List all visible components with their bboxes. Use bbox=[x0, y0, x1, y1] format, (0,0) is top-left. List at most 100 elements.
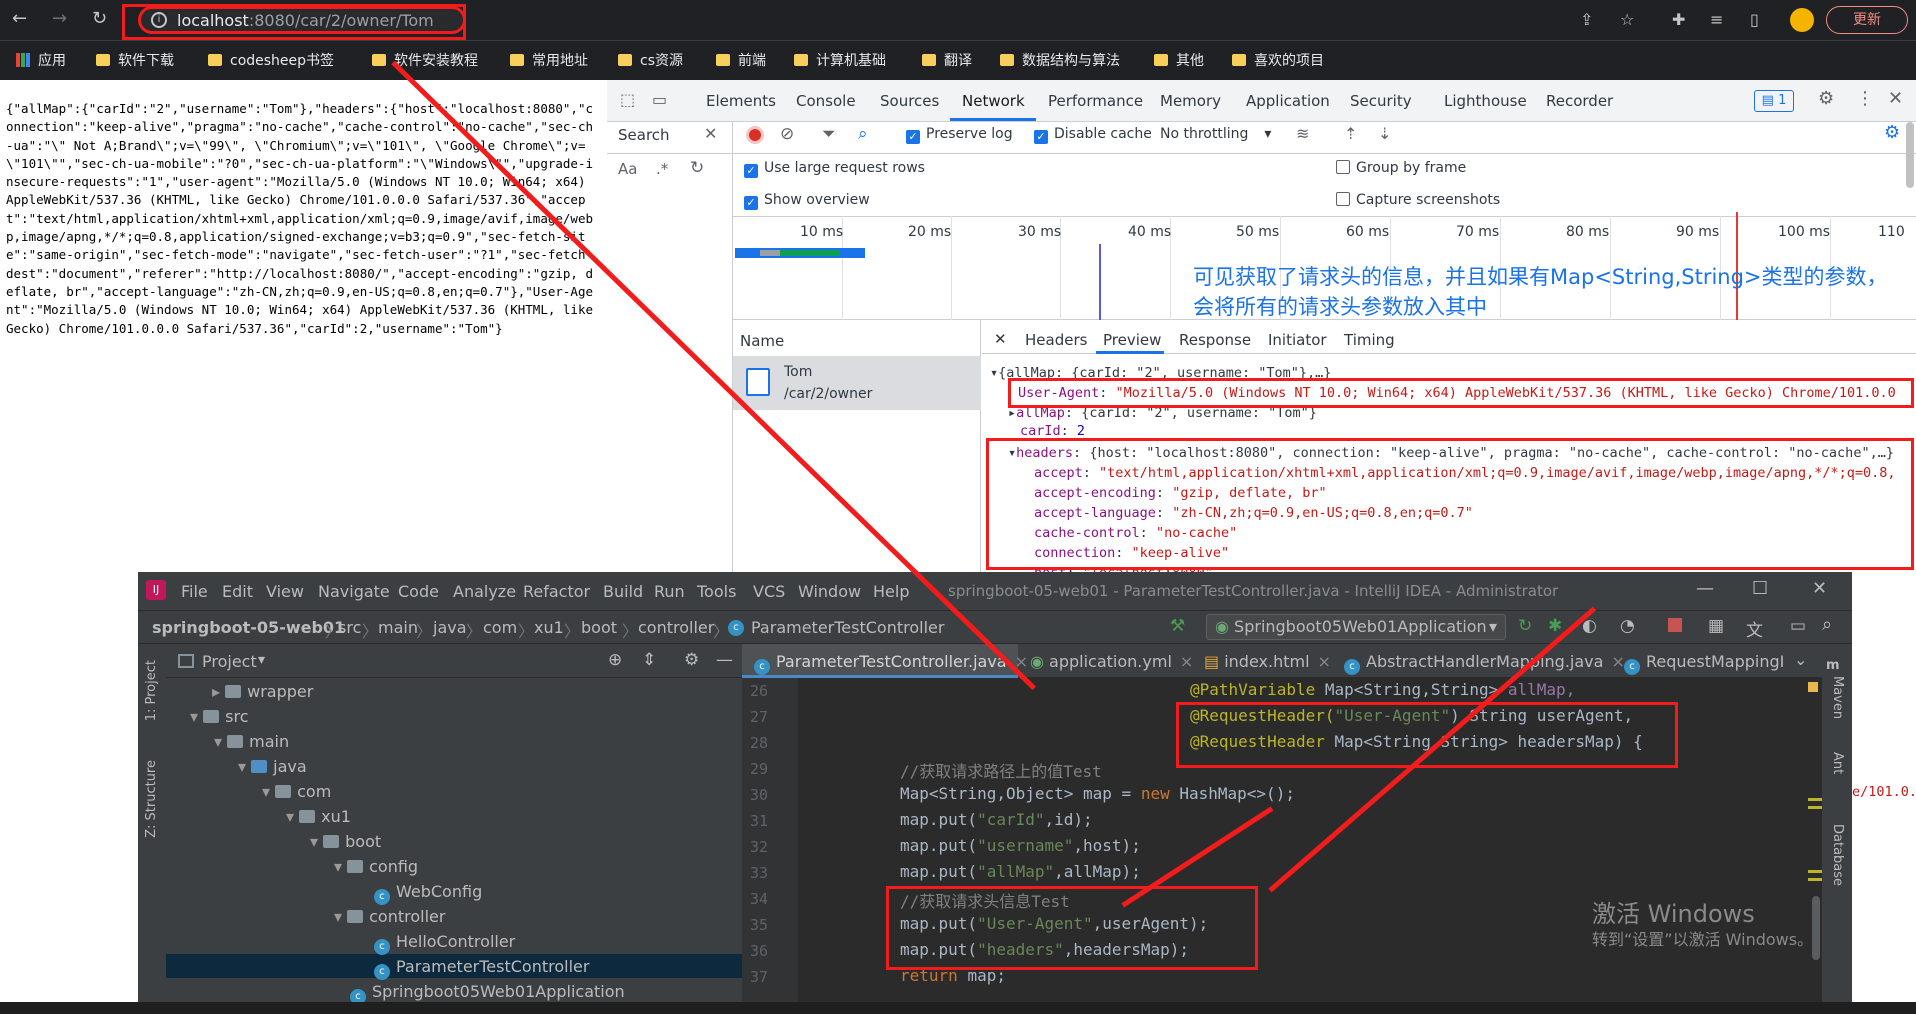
tab-network[interactable]: Network bbox=[962, 92, 1025, 110]
export-har-icon[interactable]: ⇣ bbox=[1378, 124, 1391, 143]
settings-gear-icon[interactable]: ⚙ bbox=[1818, 88, 1834, 109]
tree-item-xu1[interactable]: ▾ xu1 bbox=[286, 807, 351, 826]
share-icon[interactable]: ⇪ bbox=[1580, 10, 1593, 29]
match-case-icon[interactable]: Aa bbox=[618, 160, 637, 178]
tab-memory[interactable]: Memory bbox=[1160, 92, 1221, 110]
bookmark-item[interactable]: 数据结构与算法 bbox=[1000, 50, 1120, 70]
tab-preview[interactable]: Preview bbox=[1103, 331, 1161, 349]
more-vert-icon[interactable]: ⋮ bbox=[1856, 88, 1874, 109]
debug-icon[interactable]: ✱ bbox=[1548, 616, 1562, 636]
close-window-icon[interactable]: ✕ bbox=[1812, 578, 1827, 599]
minimize-icon[interactable]: — bbox=[1696, 578, 1714, 599]
breadcrumb-item[interactable]: src bbox=[338, 618, 361, 637]
tab-lighthouse[interactable]: Lighthouse bbox=[1444, 92, 1527, 110]
refresh-search-icon[interactable]: ↻ bbox=[690, 158, 704, 178]
settings-gear-icon[interactable]: ⚙ bbox=[684, 650, 699, 670]
regex-icon[interactable]: .* bbox=[656, 160, 668, 178]
disable-cache-checkbox[interactable]: ✓ Disable cache bbox=[1034, 126, 1152, 144]
tab-performance[interactable]: Performance bbox=[1048, 92, 1143, 110]
menu-code[interactable]: Code bbox=[398, 582, 439, 601]
network-conditions-icon[interactable]: ≋ bbox=[1296, 124, 1309, 143]
bookmark-item[interactable]: 其他 bbox=[1154, 50, 1204, 70]
project-view-label[interactable]: Project bbox=[202, 652, 257, 671]
breadcrumb-item[interactable]: com bbox=[483, 618, 517, 637]
filter-icon[interactable]: ⏷ bbox=[822, 124, 836, 144]
locate-icon[interactable]: ⊕ bbox=[608, 650, 622, 670]
stop-icon[interactable] bbox=[1668, 618, 1682, 632]
bookmark-item[interactable]: 前端 bbox=[716, 50, 766, 70]
tree-item-wrapper[interactable]: ▸ wrapper bbox=[212, 682, 313, 701]
extensions-icon[interactable]: ✚ bbox=[1672, 10, 1685, 29]
close-detail-icon[interactable]: ✕ bbox=[994, 330, 1007, 348]
project-tool-tab[interactable]: 1: Project bbox=[144, 660, 159, 721]
translate-icon[interactable]: 文 bbox=[1746, 616, 1763, 641]
bookmark-apps[interactable]: 应用 bbox=[16, 50, 66, 70]
media-icon[interactable]: ≡ bbox=[1710, 10, 1723, 29]
bookmark-star-icon[interactable]: ☆ bbox=[1620, 10, 1634, 29]
bookmark-item[interactable]: 常用地址 bbox=[510, 50, 588, 70]
menu-file[interactable]: File bbox=[181, 582, 208, 601]
database-tool-tab[interactable]: Database bbox=[1830, 824, 1845, 886]
tree-item-controller[interactable]: ▾ controller bbox=[334, 907, 445, 926]
terminal-icon[interactable]: ▭ bbox=[1790, 616, 1806, 636]
tab-response[interactable]: Response bbox=[1179, 331, 1251, 349]
breadcrumb-item[interactable]: java bbox=[433, 618, 467, 637]
maven-tool-tab[interactable]: Maven bbox=[1830, 676, 1845, 719]
close-tab-icon[interactable]: × bbox=[1318, 652, 1331, 671]
device-toggle-icon[interactable]: ▭ bbox=[652, 90, 667, 109]
menu-view[interactable]: View bbox=[266, 582, 304, 601]
code-line-33[interactable]: map.put("allMap",allMap); bbox=[900, 862, 1141, 881]
breadcrumb-item[interactable]: boot bbox=[581, 618, 617, 637]
bookmark-item[interactable]: 软件安装教程 bbox=[372, 50, 478, 70]
menu-tools[interactable]: Tools bbox=[697, 582, 736, 601]
tab-timing[interactable]: Timing bbox=[1344, 331, 1395, 349]
tree-item-application[interactable]: c Springboot05Web01Application bbox=[350, 982, 625, 1002]
tree-item-main[interactable]: ▾ main bbox=[214, 732, 289, 751]
rerun-icon[interactable]: ↻ bbox=[1518, 616, 1532, 636]
dropdown-caret-icon[interactable]: ▾ bbox=[258, 652, 265, 668]
tree-item-hellocontroller[interactable]: c HelloController bbox=[374, 932, 515, 955]
editor-scrollbar[interactable] bbox=[1812, 896, 1820, 960]
tab-headers[interactable]: Headers bbox=[1025, 331, 1087, 349]
hide-panel-icon[interactable]: — bbox=[716, 650, 733, 670]
ant-tool-tab[interactable]: Ant bbox=[1830, 752, 1845, 774]
close-devtools-icon[interactable]: ✕ bbox=[1888, 88, 1903, 109]
show-overview-checkbox[interactable]: ✓ Show overview bbox=[744, 192, 870, 210]
tree-item-java[interactable]: ▾ java bbox=[238, 757, 307, 776]
code-line-32[interactable]: map.put("username",host); bbox=[900, 836, 1141, 855]
tab-recorder[interactable]: Recorder bbox=[1546, 92, 1613, 110]
scrollbar-thumb[interactable] bbox=[1906, 122, 1914, 188]
code-line-26[interactable]: @PathVariable Map<String,String> allMap, bbox=[1190, 680, 1575, 699]
tab-console[interactable]: Console bbox=[796, 92, 856, 110]
tree-item-webconfig[interactable]: c WebConfig bbox=[374, 882, 482, 905]
breadcrumb-item[interactable]: xu1 bbox=[534, 618, 564, 637]
close-tab-icon[interactable]: × bbox=[1180, 652, 1193, 671]
breadcrumb-item[interactable]: controller bbox=[638, 618, 714, 637]
import-har-icon[interactable]: ⇡ bbox=[1344, 124, 1357, 143]
clear-icon[interactable]: ⊘ bbox=[780, 124, 794, 144]
preserve-log-checkbox[interactable]: ✓ Preserve log bbox=[906, 126, 1013, 144]
code-line-31[interactable]: map.put("carId",id); bbox=[900, 810, 1093, 829]
menu-navigate[interactable]: Navigate bbox=[318, 582, 390, 601]
inspect-icon[interactable]: ⬚ bbox=[620, 90, 635, 109]
tab-elements[interactable]: Elements bbox=[706, 92, 776, 110]
profiler-icon[interactable]: ◔ bbox=[1620, 616, 1635, 636]
editor-tab-parametertestcontroller[interactable]: c ParameterTestController.java × bbox=[754, 652, 1028, 675]
maximize-icon[interactable]: ☐ bbox=[1752, 578, 1768, 599]
search-icon[interactable]: ⌕ bbox=[858, 124, 868, 144]
reload-icon[interactable]: ↻ bbox=[92, 8, 107, 29]
group-by-frame-checkbox[interactable]: Group by frame bbox=[1336, 160, 1466, 176]
bookmark-item[interactable]: cs资源 bbox=[618, 50, 683, 70]
bookmark-item[interactable]: 计算机基础 bbox=[794, 50, 886, 70]
tab-application[interactable]: Application bbox=[1246, 92, 1330, 110]
editor-tab-index-html[interactable]: ▤ index.html × bbox=[1204, 652, 1331, 671]
menu-run[interactable]: Run bbox=[654, 582, 685, 601]
bookmark-item[interactable]: 软件下载 bbox=[96, 50, 174, 70]
tab-sources[interactable]: Sources bbox=[880, 92, 939, 110]
forward-icon[interactable]: → bbox=[52, 8, 67, 29]
tree-item-parametertestcontroller[interactable]: c ParameterTestController bbox=[374, 957, 589, 980]
avatar[interactable] bbox=[1790, 8, 1814, 32]
back-icon[interactable]: ← bbox=[12, 8, 27, 29]
menu-refactor[interactable]: Refactor bbox=[523, 582, 590, 601]
tree-item-config[interactable]: ▾ config bbox=[334, 857, 418, 876]
